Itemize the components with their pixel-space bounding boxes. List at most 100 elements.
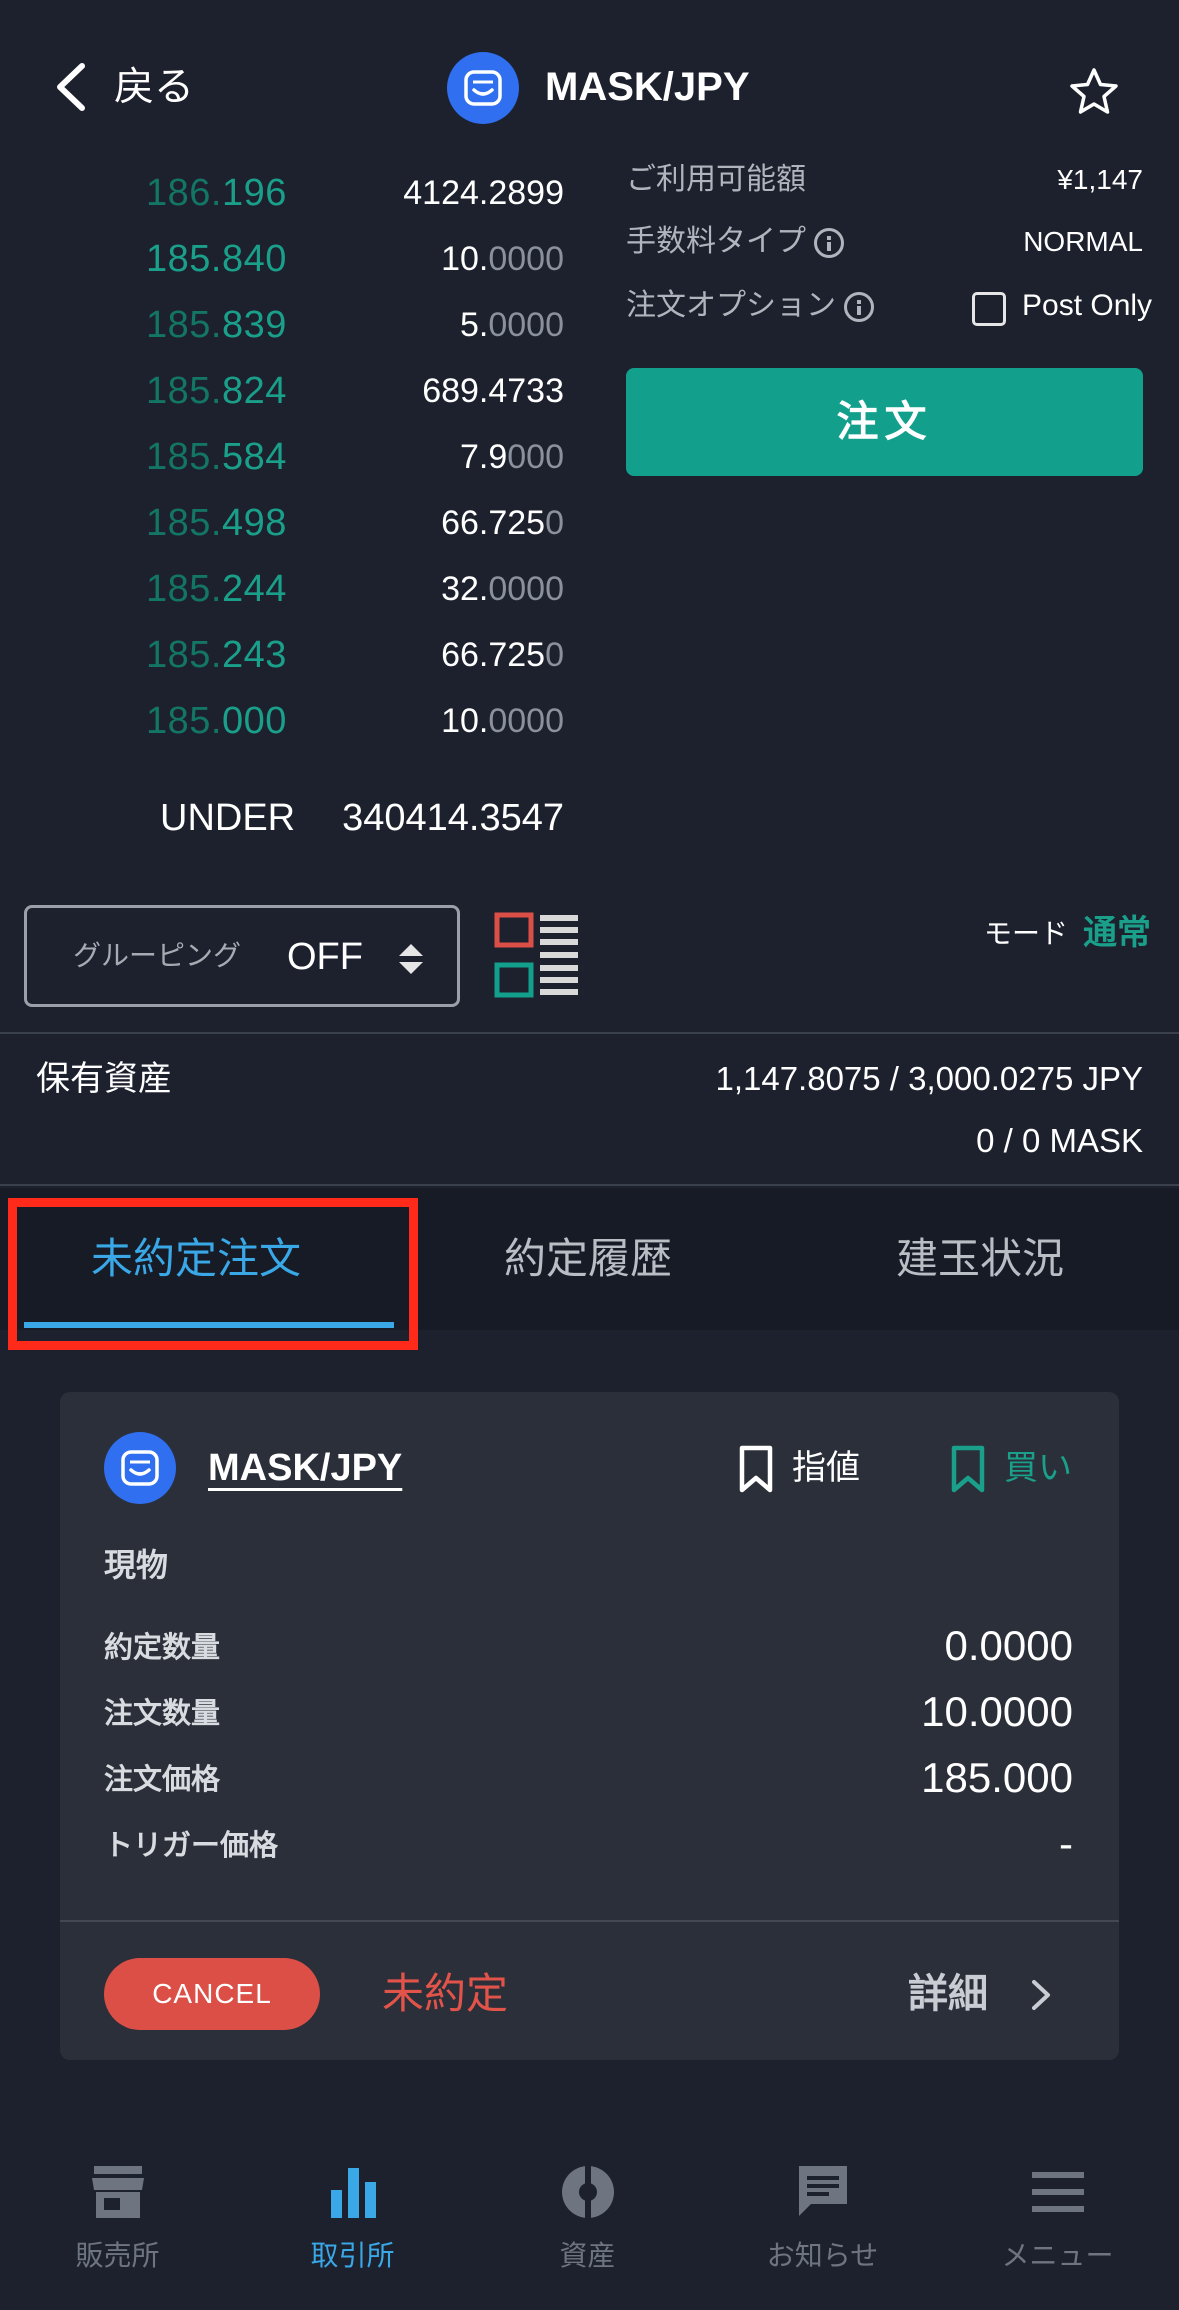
nav-label-menu: メニュー: [1001, 2239, 1114, 2272]
mode-toggle[interactable]: 通常: [1083, 908, 1151, 958]
order-detail-link[interactable]: 詳細: [908, 1966, 988, 2022]
mask-coin-icon: [104, 1432, 176, 1504]
divider: [60, 1920, 1119, 1922]
order-pair-link[interactable]: MASK/JPY: [208, 1440, 402, 1496]
store-icon: [92, 2166, 144, 2218]
bookmark-icon: [739, 1445, 773, 1493]
order-price-value: 185.000: [921, 1754, 1073, 1801]
back-button[interactable]: 戻る: [114, 60, 194, 114]
orderbook-quantity: 4124.2899: [403, 174, 564, 212]
orderbook-price: 185.000: [146, 700, 287, 742]
nav-label-store: 販売所: [75, 2239, 160, 2272]
orderbook-row[interactable]: 185.243 66.7250: [0, 622, 600, 688]
order-status: 未約定: [382, 1969, 509, 2018]
chevron-right-icon[interactable]: [1030, 1978, 1052, 2012]
nav-item-exchange[interactable]: 取引所: [235, 2130, 470, 2310]
holdings-jpy: 1,147.8075 / 3,000.0275 JPY: [715, 1060, 1143, 1097]
tab-positions[interactable]: 建玉状況: [784, 1188, 1176, 1330]
orderbook-price: 185.839: [146, 304, 287, 346]
grouping-value: OFF: [287, 936, 363, 978]
divider: [0, 1032, 1179, 1034]
order-qty-value: 10.0000: [921, 1688, 1073, 1735]
filled-qty-label: 約定数量: [104, 1630, 221, 1664]
orderbook-row[interactable]: 185.839 5.0000: [0, 292, 600, 358]
orderbook-price: 185.498: [146, 502, 287, 544]
bookmark-icon: [951, 1445, 985, 1493]
orderbook-quantity: 66.7250: [441, 504, 564, 542]
nav-item-news[interactable]: お知らせ: [705, 2130, 940, 2310]
orderbook-row[interactable]: 185.584 7.9000: [0, 424, 600, 490]
cancel-order-button[interactable]: CANCEL: [104, 1958, 320, 2030]
orderbook-quantity: 7.9000: [460, 438, 564, 476]
orderbook-quantity: 10.0000: [441, 702, 564, 740]
order-option-label: 注文オプション: [626, 284, 874, 328]
page-title: MASK/JPY: [545, 65, 750, 109]
post-only-label[interactable]: Post Only: [1022, 284, 1152, 328]
nav-label-news: お知らせ: [766, 2239, 879, 2272]
orderbook-price: 185.824: [146, 370, 287, 412]
highlight-annotation: [8, 1198, 418, 1350]
order-qty-label: 注文数量: [104, 1696, 221, 1730]
orderbook-quantity: 32.0000: [441, 570, 564, 608]
orderbook-row[interactable]: 185.244 32.0000: [0, 556, 600, 622]
orderbook-price: 186.196: [146, 172, 287, 214]
sort-updown-icon: [399, 944, 423, 974]
orderbook-quantity: 5.0000: [460, 306, 564, 344]
mask-coin-icon: [447, 52, 519, 124]
orderbook-price: 185.840: [146, 238, 287, 280]
orderbook-quantity: 689.4733: [422, 372, 564, 410]
orderbook-under-label: UNDER: [160, 797, 296, 839]
trigger-price-value: -: [1059, 1820, 1073, 1867]
menu-icon: [1032, 2172, 1084, 2212]
fee-type-text: 手数料タイプ: [626, 224, 806, 259]
grouping-label: グルーピング: [73, 939, 242, 972]
orderbook-row[interactable]: 185.000 10.0000: [0, 688, 600, 754]
orderbook: 186.196 4124.2899 185.840 10.0000 185.83…: [0, 160, 600, 860]
orderbook-layout-icon[interactable]: [494, 912, 580, 998]
holdings-mask: 0 / 0 MASK: [976, 1122, 1143, 1159]
fee-type-value: NORMAL: [1023, 226, 1143, 257]
order-option-text: 注文オプション: [626, 288, 836, 323]
nav-item-store[interactable]: 販売所: [0, 2130, 235, 2310]
pie-chart-icon: [562, 2164, 614, 2220]
nav-item-assets[interactable]: 資産: [470, 2130, 705, 2310]
divider: [0, 1184, 1179, 1186]
nav-item-menu[interactable]: メニュー: [940, 2130, 1175, 2310]
orderbook-under-value: 340414.3547: [342, 797, 564, 839]
star-outline-icon[interactable]: [1068, 66, 1120, 118]
grouping-select[interactable]: グルーピング OFF: [24, 905, 460, 1007]
tab-trade-history[interactable]: 約定履歴: [392, 1188, 784, 1330]
orderbook-price: 185.584: [146, 436, 287, 478]
nav-label-exchange: 取引所: [310, 2239, 395, 2272]
chevron-left-icon[interactable]: [52, 60, 92, 114]
orderbook-row[interactable]: 185.824 689.4733: [0, 358, 600, 424]
bar-chart-icon: [331, 2168, 376, 2218]
header: 戻る MASK/JPY: [0, 0, 1179, 170]
available-amount-label: ご利用可能額: [626, 162, 806, 197]
info-icon[interactable]: [844, 291, 874, 322]
order-type: 指値: [792, 1448, 860, 1488]
post-only-checkbox[interactable]: [972, 292, 1006, 326]
fee-type-label: 手数料タイプ: [626, 220, 844, 264]
filled-qty-value: 0.0000: [944, 1622, 1073, 1669]
holdings-label: 保有資産: [36, 1059, 172, 1099]
orderbook-quantity: 10.0000: [441, 240, 564, 278]
orderbook-price: 185.244: [146, 568, 287, 610]
orderbook-quantity: 66.7250: [441, 636, 564, 674]
order-side: 買い: [1004, 1448, 1072, 1488]
orderbook-row[interactable]: 185.498 66.7250: [0, 490, 600, 556]
order-button[interactable]: 注文: [626, 368, 1143, 476]
nav-label-assets: 資産: [559, 2239, 616, 2272]
orderbook-row[interactable]: 185.840 10.0000: [0, 226, 600, 292]
orderbook-price: 185.243: [146, 634, 287, 676]
mode-label: モード: [984, 917, 1069, 950]
info-icon[interactable]: [814, 227, 844, 258]
bottom-nav: 販売所 取引所 資産 お知らせ メニュー: [0, 2130, 1179, 2310]
trigger-price-label: トリガー価格: [104, 1828, 279, 1862]
open-order-card: MASK/JPY 指値 買い 現物 約定数量 0.0000 注文数量 10.00…: [60, 1392, 1119, 2060]
order-market-type: 現物: [104, 1546, 169, 1584]
message-icon: [799, 2166, 847, 2216]
available-amount-value: ¥1,147: [1057, 164, 1143, 195]
order-price-label: 注文価格: [104, 1762, 221, 1796]
orderbook-row[interactable]: 186.196 4124.2899: [0, 160, 600, 226]
